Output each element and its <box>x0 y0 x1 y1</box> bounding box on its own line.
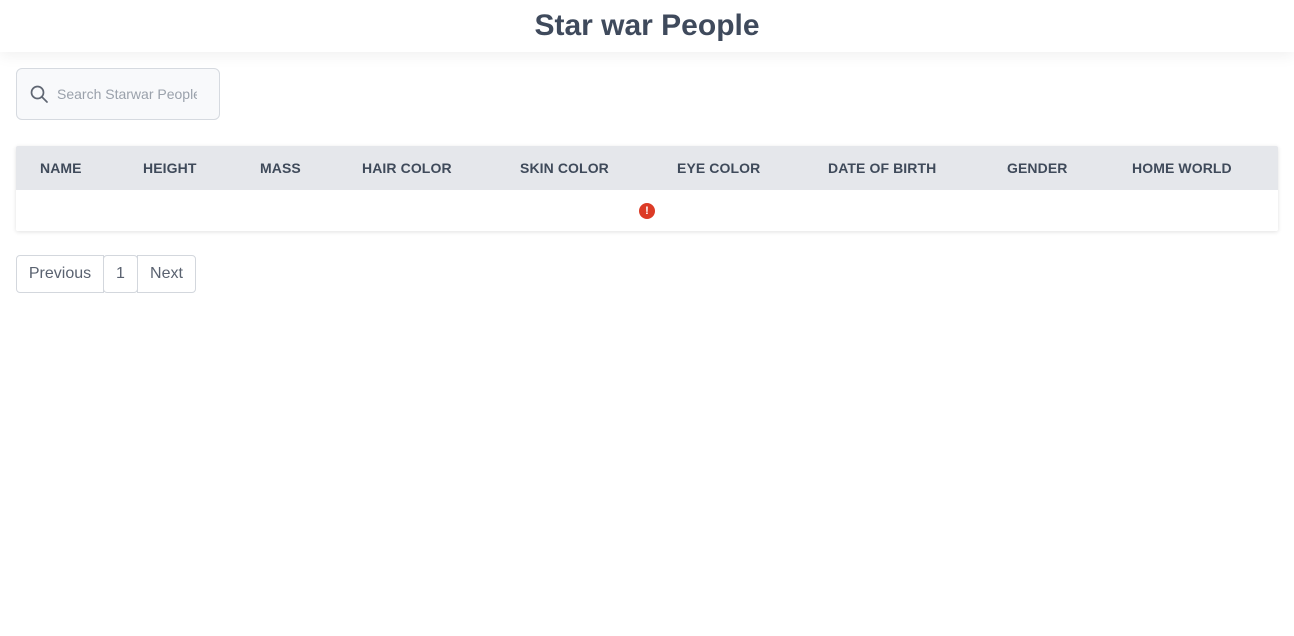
table-header: NAME HEIGHT MASS HAIR COLOR SKIN COLOR E… <box>16 146 1278 190</box>
column-header-skin-color[interactable]: SKIN COLOR <box>520 146 609 190</box>
previous-button[interactable]: Previous <box>16 255 104 293</box>
page-title: Star war People <box>534 9 760 42</box>
search-input[interactable] <box>57 86 197 102</box>
column-header-mass[interactable]: MASS <box>260 146 301 190</box>
column-header-eye-color[interactable]: EYE COLOR <box>677 146 760 190</box>
column-header-date-of-birth[interactable]: DATE OF BIRTH <box>828 146 936 190</box>
page-1-button[interactable]: 1 <box>103 255 138 293</box>
search-icon <box>29 84 49 104</box>
column-header-height[interactable]: HEIGHT <box>143 146 197 190</box>
table-body: ! <box>16 190 1278 231</box>
next-button[interactable]: Next <box>137 255 196 293</box>
people-table: NAME HEIGHT MASS HAIR COLOR SKIN COLOR E… <box>16 146 1278 231</box>
app-header: Star war People <box>0 0 1294 52</box>
error-icon: ! <box>639 203 655 219</box>
column-header-home-world[interactable]: HOME WORLD <box>1132 146 1232 190</box>
column-header-name[interactable]: NAME <box>40 146 82 190</box>
column-header-gender[interactable]: GENDER <box>1007 146 1068 190</box>
column-header-hair-color[interactable]: HAIR COLOR <box>362 146 452 190</box>
search-box[interactable] <box>16 68 220 120</box>
